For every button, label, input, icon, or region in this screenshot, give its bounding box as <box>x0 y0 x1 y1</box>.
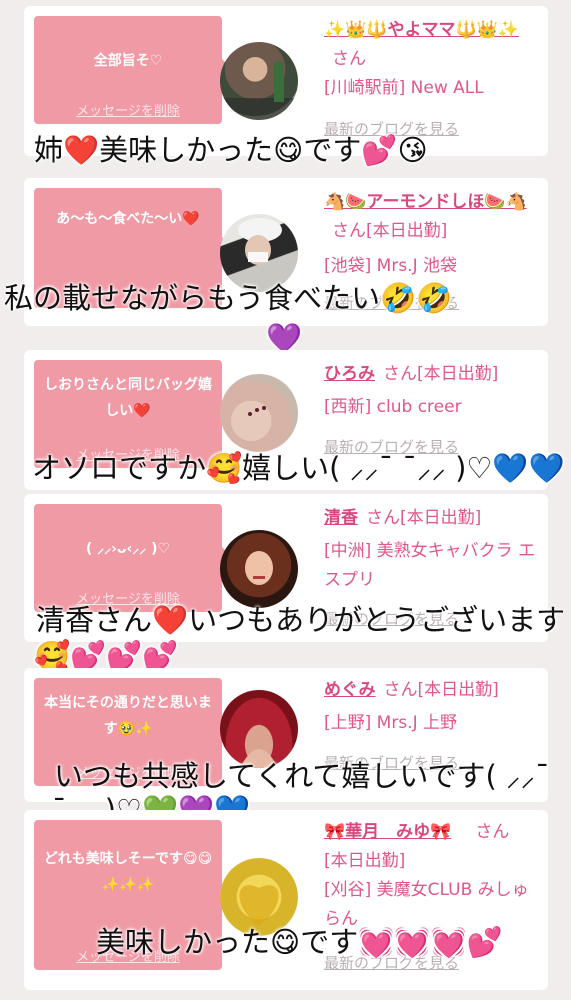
message-text: 全部旨そ♡ <box>93 53 163 69</box>
avatar-photo <box>220 62 298 120</box>
cast-info: 清香 さん[本日出勤] [中洲] 美熟女キャバクラ エスプリ <box>324 504 539 595</box>
message-text: どれも美味しそーです😋😋✨✨✨ <box>43 851 213 893</box>
message-text: 本当にその通りだと思います🥹✨ <box>44 695 212 737</box>
message-text: あ〜も〜食べた〜い❤️ <box>56 211 200 227</box>
honorific: さん[本日出勤] <box>366 508 482 528</box>
overlay-caption: 姉❤️美味しかった😋です💕😘 <box>34 133 428 167</box>
cast-status: [本日出勤] <box>324 851 406 871</box>
message-text: しおりさんと同じバッグ嬉しい❤️ <box>44 377 212 419</box>
avatar-photo <box>248 406 266 416</box>
delete-message-link[interactable]: メッセージを削除 <box>34 100 222 119</box>
cast-info: 🎀華月 みゆ🎀 さん [本日出勤] [刈谷] 美魔女CLUB みしゅらん <box>324 818 539 934</box>
honorific: さん[本日出勤] <box>383 680 499 700</box>
honorific: さん <box>332 49 366 69</box>
overlay-caption: 清香さん❤️いつもありがとうございます <box>36 603 566 637</box>
cast-info: めぐみ さん[本日出勤] [上野] Mrs.J 上野 <box>324 676 539 738</box>
shop-location: [中洲] 美熟女キャバクラ エスプリ <box>324 541 536 590</box>
honorific: さん[本日出勤] <box>383 364 499 384</box>
cast-name-link[interactable]: ひろみ <box>324 364 375 384</box>
cast-info: 🐴🍉アーモンドしほ🍉🐴 さん[本日出勤] [池袋] Mrs.J 池袋 <box>324 188 539 281</box>
overlay-caption: 私の載せながらもう食べたい🤣🤣 <box>4 281 453 315</box>
honorific: さん <box>475 822 510 842</box>
shop-location: [川崎駅前] New ALL <box>324 78 484 98</box>
shop-location: [池袋] Mrs.J 池袋 <box>324 256 458 276</box>
message-bubble: 全部旨そ♡ メッセージを削除 <box>34 16 233 124</box>
avatar[interactable] <box>220 374 298 452</box>
message-card: どれも美味しそーです😋😋✨✨✨ メッセージを削除 🎀華月 みゆ🎀 さん [本日出勤… <box>24 810 548 990</box>
cast-info: ひろみ さん[本日出勤] [西新] club creer <box>324 360 539 422</box>
shop-location: [西新] club creer <box>324 397 462 417</box>
cast-info: ✨👑🔱やよママ🔱👑✨ さん [川崎駅前] New ALL <box>324 16 539 103</box>
overlay-caption: オソロですか🥰嬉しい( ⸝⸝¯ ¯⸝⸝ )♡💙💙 <box>32 451 565 485</box>
shop-location: [上野] Mrs.J 上野 <box>324 713 458 733</box>
cast-name-link[interactable]: 清香 <box>324 508 358 528</box>
cast-name-link[interactable]: ✨👑🔱やよママ🔱👑✨ <box>324 20 519 40</box>
avatar-photo <box>245 551 273 585</box>
message-text: ( ⸝⸝›ᴗ‹⸝⸝ )♡ <box>85 541 171 557</box>
overlay-caption: 美味しかった😋です💓💓💓💕 <box>96 925 503 959</box>
avatar[interactable] <box>220 530 298 608</box>
honorific: さん[本日出勤] <box>332 221 448 241</box>
cast-name-link[interactable]: めぐみ <box>324 680 376 700</box>
message-bubble: ( ⸝⸝›ᴗ‹⸝⸝ )♡ メッセージを削除 <box>34 504 233 612</box>
cast-name-link[interactable]: 🎀華月 みゆ🎀 <box>324 822 451 842</box>
cast-name-link[interactable]: 🐴🍉アーモンドしほ🍉🐴 <box>324 192 527 212</box>
avatar[interactable] <box>220 42 298 120</box>
